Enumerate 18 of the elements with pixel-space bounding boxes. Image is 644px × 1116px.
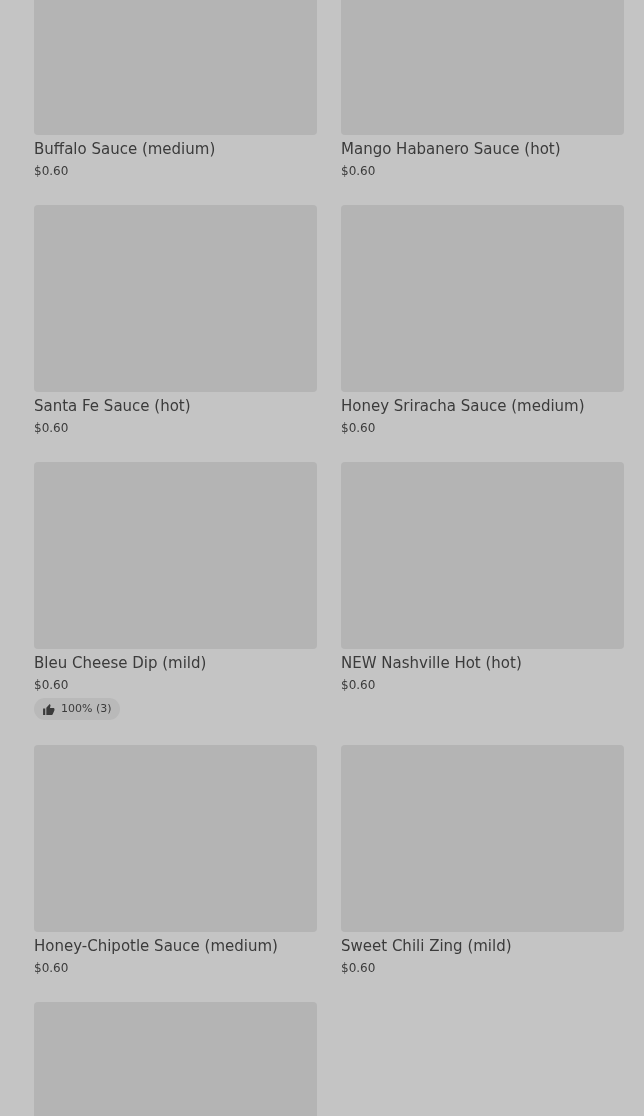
thumbs-up-icon xyxy=(42,702,55,716)
product-name[interactable]: Buffalo Sauce (medium) xyxy=(34,138,216,160)
product-price: $0.60 xyxy=(34,677,69,694)
product-price: $0.60 xyxy=(341,163,376,180)
product-name[interactable]: NEW Nashville Hot (hot) xyxy=(341,652,522,674)
product-name[interactable]: Honey-Chipotle Sauce (medium) xyxy=(34,935,278,957)
product-price: $0.60 xyxy=(34,960,69,977)
product-price: $0.60 xyxy=(341,420,376,437)
product-price: $0.60 xyxy=(34,163,69,180)
product-price: $0.60 xyxy=(341,677,376,694)
product-name[interactable]: Mango Habanero Sauce (hot) xyxy=(341,138,561,160)
product-price: $0.60 xyxy=(341,960,376,977)
product-name[interactable]: Sweet Chili Zing (mild) xyxy=(341,935,512,957)
product-name[interactable]: Bleu Cheese Dip (mild) xyxy=(34,652,207,674)
product-name[interactable]: Honey Sriracha Sauce (medium) xyxy=(341,395,585,417)
product-price: $0.60 xyxy=(34,420,69,437)
rating-text: 100% (3) xyxy=(61,701,112,717)
product-name[interactable]: Santa Fe Sauce (hot) xyxy=(34,395,191,417)
